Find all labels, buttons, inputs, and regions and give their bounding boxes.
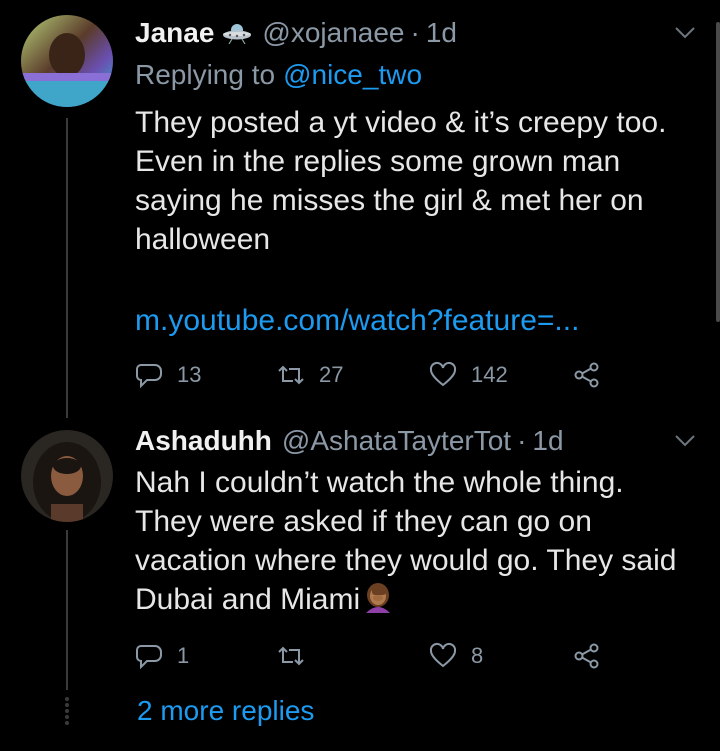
retweet-button[interactable] — [277, 641, 319, 671]
replying-to-mention[interactable]: @nice_two — [283, 59, 422, 90]
heart-icon — [429, 361, 457, 387]
retweet-count: 27 — [319, 362, 344, 387]
youtube-link[interactable]: m.youtube.com/watch?feature=... — [135, 303, 579, 339]
tweet-text-line: Nah I couldn’t watch the whole thing. — [135, 466, 624, 499]
action-bar: 13 27 142 — [135, 360, 615, 390]
reply-icon — [136, 645, 162, 670]
reply-count: 1 — [177, 643, 190, 668]
timestamp[interactable]: 1d — [426, 16, 457, 50]
more-dots-icon — [65, 697, 69, 725]
share-icon — [574, 362, 599, 388]
retweet-button[interactable]: 27 — [277, 360, 343, 390]
share-button[interactable] — [573, 641, 601, 671]
user-handle[interactable]: @xojanaee — [262, 16, 404, 50]
tweet-ashaduhh[interactable]: Ashaduhh @AshataTayterTot · 1d Nah I cou… — [0, 415, 720, 685]
avatar-janae[interactable] — [21, 15, 113, 107]
reply-count: 13 — [177, 362, 202, 387]
display-name[interactable]: Janae — [135, 16, 214, 50]
separator-dot: · — [410, 17, 420, 48]
avatar-janae-image — [21, 15, 113, 107]
tweet-text: They posted a yt video & it’s creepy too… — [135, 106, 667, 256]
like-button[interactable]: 142 — [429, 360, 508, 390]
tweet-header: Ashaduhh @AshataTayterTot · 1d — [135, 424, 564, 458]
replying-to: Replying to @nice_two — [135, 58, 422, 92]
action-bar: 1 8 — [135, 641, 615, 671]
retweet-icon — [278, 646, 304, 666]
user-handle[interactable]: @AshataTayterTot — [282, 424, 511, 458]
share-button[interactable] — [573, 360, 601, 390]
reply-button[interactable]: 13 — [135, 360, 201, 390]
tweet-text-line: They were asked if they can go on — [135, 505, 592, 538]
like-count: 142 — [471, 362, 508, 387]
scrollbar[interactable] — [716, 22, 720, 322]
replying-to-label: Replying to — [135, 59, 276, 90]
timestamp[interactable]: 1d — [532, 424, 563, 458]
reply-button[interactable]: 1 — [135, 641, 189, 671]
tweet-text: Nah I couldn’t watch the whole thing. Th… — [135, 463, 715, 619]
reply-icon — [136, 364, 162, 389]
like-count: 8 — [471, 643, 484, 668]
separator-dot: · — [517, 425, 527, 456]
woman-facepalming-emoji — [366, 583, 391, 613]
tweet-text-line-last: Dubai and Miami — [135, 583, 361, 616]
retweet-icon — [278, 365, 304, 385]
tweet-header: Janae @xojanaee · 1d — [135, 16, 457, 50]
tweet-janae[interactable]: Janae @xojanaee · 1d Replying to @nice_tw… — [0, 0, 720, 415]
avatar-ashaduhh-image — [21, 430, 113, 522]
like-button[interactable]: 8 — [429, 641, 483, 671]
tweet-text-line: vacation where they would go. They said — [135, 544, 677, 577]
heart-icon — [429, 642, 457, 668]
tweet-text-line: Dubai and Miami — [135, 580, 715, 619]
chevron-down-icon[interactable] — [674, 26, 696, 40]
avatar-ashaduhh[interactable] — [21, 430, 113, 522]
ufo-icon — [223, 24, 252, 44]
chevron-down-icon[interactable] — [674, 434, 696, 448]
more-replies-link[interactable]: 2 more replies — [137, 694, 314, 728]
share-icon — [574, 643, 599, 669]
display-name[interactable]: Ashaduhh — [135, 424, 272, 458]
